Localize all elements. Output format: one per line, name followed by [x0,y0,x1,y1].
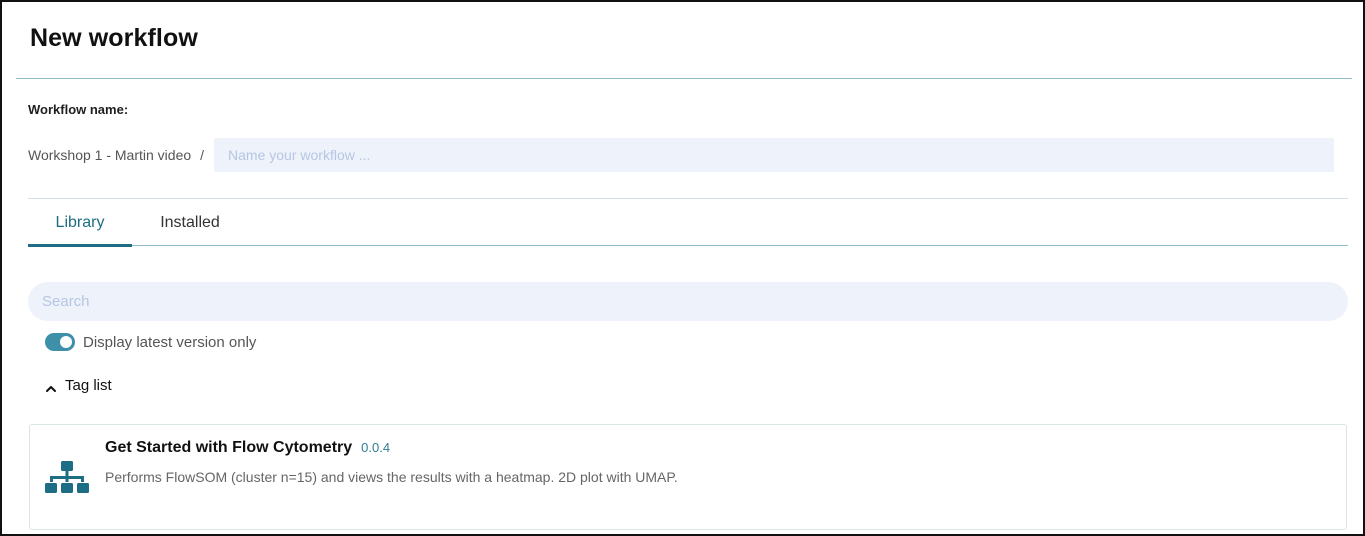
tag-list-toggle[interactable]: Tag list [45,377,112,394]
latest-version-toggle-row: Display latest version only [45,333,256,351]
workflow-template-card[interactable]: Get Started with Flow Cytometry 0.0.4 Pe… [29,424,1347,530]
latest-version-toggle-label: Display latest version only [83,333,257,351]
tab-bar: Library Installed [28,200,1348,247]
tag-list-label: Tag list [65,377,112,394]
tab-installed[interactable]: Installed [143,200,237,245]
chevron-up-icon [45,381,57,392]
tab-library[interactable]: Library [28,200,132,247]
path-separator: / [200,147,205,163]
workflow-name-row: Workshop 1 - Martin video / [28,138,1335,172]
workflow-name-input[interactable] [214,138,1335,172]
template-title: Get Started with Flow Cytometry [105,439,353,456]
template-version: 0.0.4 [361,440,391,455]
dialog-title: New workflow [30,24,198,52]
new-workflow-dialog: New workflow Workflow name: Workshop 1 -… [0,0,1365,536]
project-name-prefix: Workshop 1 - Martin video [28,147,192,163]
title-divider [16,78,1352,79]
workflow-hierarchy-icon [44,459,90,497]
toggle-knob [60,336,72,348]
latest-version-toggle[interactable] [45,333,75,351]
section-divider [28,198,1348,199]
card-title-row: Get Started with Flow Cytometry 0.0.4 [105,439,390,457]
workflow-name-label: Workflow name: [28,102,129,117]
search-input[interactable] [28,282,1348,321]
template-description: Performs FlowSOM (cluster n=15) and view… [105,469,678,485]
